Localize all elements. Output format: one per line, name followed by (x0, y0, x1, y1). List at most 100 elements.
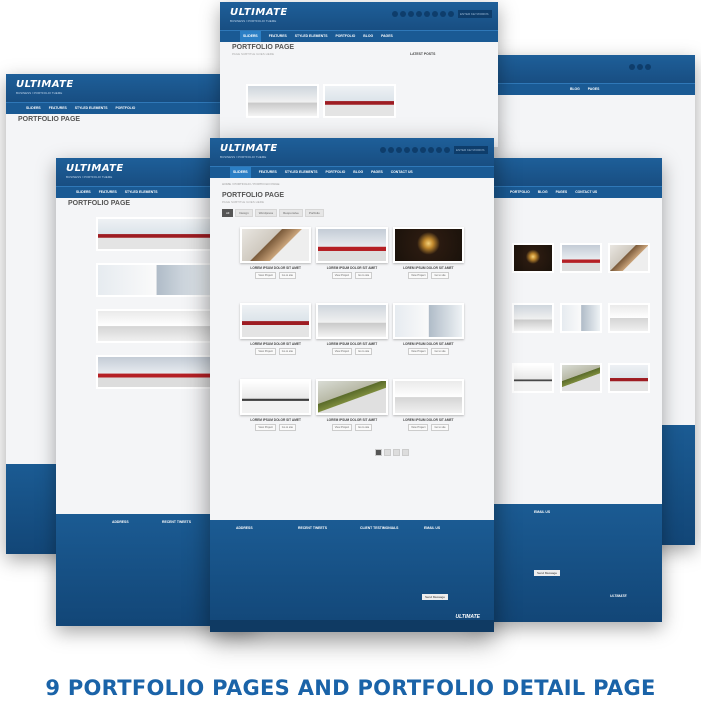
search-input[interactable]: ENTER KEYWORDS (454, 146, 488, 154)
nav-item[interactable]: PAGES (556, 187, 568, 198)
item-caption: LOREM IPSUM DOLOR SIT AMET (326, 342, 378, 346)
nav-item-blog[interactable]: BLOG (353, 167, 363, 178)
page-button[interactable] (384, 449, 391, 456)
nav-item[interactable]: FEATURES (49, 103, 67, 114)
portfolio-thumbnail[interactable] (392, 227, 464, 263)
go-to-site-button[interactable]: Go to site (355, 424, 373, 431)
portfolio-thumbnail[interactable] (512, 243, 554, 273)
filter-portfolio[interactable]: Portfolio (304, 209, 324, 217)
view-project-button[interactable]: View Project (255, 424, 276, 431)
portfolio-thumbnail[interactable] (96, 355, 216, 389)
go-to-site-button[interactable]: Go to site (278, 348, 296, 355)
thumb-row (246, 84, 396, 118)
go-to-site-button[interactable]: Go to site (431, 348, 449, 355)
nav-bar: SLIDERS FEATURES STYLED ELEMENTS PORTFOL… (210, 166, 494, 178)
nav-item[interactable]: BLOG (363, 31, 373, 42)
go-to-site-button[interactable]: Go to site (431, 272, 449, 279)
portfolio-thumbnail[interactable] (246, 84, 319, 118)
item-caption: LOREM IPSUM DOLOR SIT AMET (403, 418, 454, 422)
nav-item[interactable]: STYLED ELEMENTS (125, 187, 158, 198)
portfolio-thumbnail[interactable] (96, 217, 216, 251)
nav-item[interactable]: PORTFOLIO (510, 187, 530, 198)
nav-item[interactable]: BLOG (538, 187, 548, 198)
footer-email-heading: EMAIL US (424, 526, 441, 530)
portfolio-thumbnail[interactable] (96, 263, 216, 297)
view-project-button[interactable]: View Project (331, 272, 353, 279)
portfolio-thumbnail[interactable] (240, 303, 312, 339)
view-project-button[interactable]: View Project (408, 272, 429, 279)
portfolio-thumbnail[interactable] (608, 363, 650, 393)
nav-item[interactable]: BLOG (570, 84, 580, 95)
send-message-button[interactable]: Send Message (422, 594, 449, 600)
filter-design[interactable]: Design (235, 209, 253, 217)
nav-item-contact[interactable]: CONTACT US (391, 167, 413, 178)
item-caption: LOREM IPSUM DOLOR SIT AMET (326, 418, 378, 422)
view-project-button[interactable]: View Project (408, 348, 429, 355)
nav-item[interactable]: FEATURES (269, 31, 287, 42)
portfolio-thumbnail[interactable] (316, 303, 388, 339)
filter-all[interactable]: All (222, 209, 234, 217)
filter-responsive[interactable]: Responsive (279, 209, 303, 217)
nav-item-styled[interactable]: STYLED ELEMENTS (285, 167, 318, 178)
nav-item[interactable]: FEATURES (99, 187, 117, 198)
nav-item-sliders[interactable]: SLIDERS (230, 167, 251, 178)
filter-wordpress[interactable]: Wordpress (254, 209, 278, 217)
portfolio-thumbnail[interactable] (392, 303, 464, 339)
view-project-button[interactable]: View Project (408, 424, 429, 431)
view-project-button[interactable]: View Project (331, 424, 353, 431)
portfolio-thumbnail[interactable] (608, 243, 650, 273)
social-icons (629, 64, 651, 70)
go-to-site-button[interactable]: Go to site (431, 424, 449, 431)
portfolio-thumbnail[interactable] (560, 363, 602, 393)
nav-bar: SLIDERS FEATURES STYLED ELEMENTS PORTFOL… (6, 102, 246, 114)
nav-item[interactable]: PORTFOLIO (116, 103, 136, 114)
portfolio-thumbnail[interactable] (96, 309, 216, 343)
logo: ULTIMATE (16, 79, 74, 90)
portfolio-thumbnail[interactable] (560, 303, 602, 333)
nav-item[interactable]: SLIDERS (26, 103, 41, 114)
footer-logo: ULTIMATE (610, 594, 627, 598)
portfolio-thumbnail[interactable] (392, 379, 464, 415)
go-to-site-button[interactable]: Go to site (355, 348, 373, 355)
portfolio-thumbnail[interactable] (560, 243, 602, 273)
send-message-button[interactable]: Send Message (534, 570, 561, 576)
view-project-button[interactable]: View Project (255, 348, 276, 355)
portfolio-thumbnail[interactable] (512, 363, 554, 393)
portfolio-thumbnail[interactable] (608, 303, 650, 333)
go-to-site-button[interactable]: Go to site (278, 272, 296, 279)
item-caption: LOREM IPSUM DOLOR SIT AMET (403, 342, 454, 346)
tagline: BUSINESS / PORTFOLIO THEME (220, 155, 267, 159)
nav-item-pages[interactable]: PAGES (371, 167, 383, 178)
nav-item[interactable]: CONTACT US (575, 187, 597, 198)
page-button[interactable] (375, 449, 382, 456)
portfolio-thumbnail[interactable] (316, 227, 388, 263)
nav-item[interactable]: PAGES (381, 31, 393, 42)
page-subtitle: PAGE SUBTITLE GOES HERE (222, 200, 264, 204)
nav-item[interactable]: STYLED ELEMENTS (295, 31, 328, 42)
search-input[interactable]: ENTER KEYWORDS (458, 10, 492, 18)
header: ULTIMATE BUSINESS / PORTFOLIO THEME (6, 74, 246, 102)
page-title: PORTFOLIO PAGE (222, 192, 285, 199)
go-to-site-button[interactable]: Go to site (278, 424, 296, 431)
page-button[interactable] (393, 449, 400, 456)
go-to-site-button[interactable]: Go to site (355, 272, 373, 279)
item-caption: LOREM IPSUM DOLOR SIT AMET (250, 418, 301, 422)
view-project-button[interactable]: View Project (255, 272, 276, 279)
view-project-button[interactable]: View Project (331, 348, 353, 355)
page-button[interactable] (402, 449, 409, 456)
nav-item-features[interactable]: FEATURES (259, 167, 277, 178)
nav-item[interactable]: STYLED ELEMENTS (75, 103, 108, 114)
nav-item[interactable]: PORTFOLIO (336, 31, 356, 42)
footer-address-heading: ADDRESS (236, 526, 253, 530)
portfolio-thumbnail[interactable] (240, 379, 312, 415)
portfolio-thumbnail[interactable] (240, 227, 312, 263)
nav-item[interactable]: SLIDERS (76, 187, 91, 198)
nav-item[interactable]: PAGES (588, 84, 600, 95)
nav-item[interactable]: SLIDERS (240, 31, 261, 42)
portfolio-thumbnail[interactable] (512, 303, 554, 333)
page-subtitle: PAGE SUBTITLE GOES HERE (232, 52, 274, 56)
header (470, 158, 662, 186)
nav-item-portfolio[interactable]: PORTFOLIO (326, 167, 346, 178)
portfolio-thumbnail[interactable] (316, 379, 388, 415)
portfolio-thumbnail[interactable] (323, 84, 396, 118)
